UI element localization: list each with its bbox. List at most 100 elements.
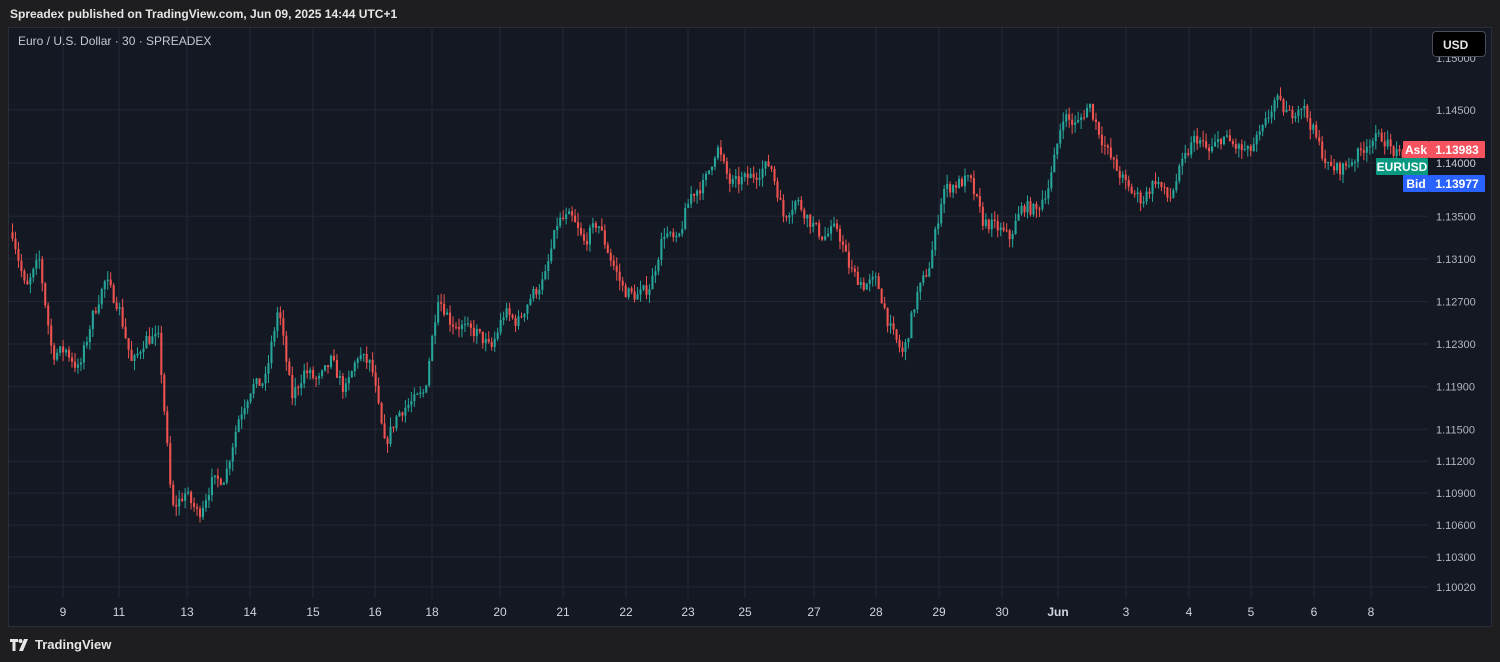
candlestick-chart[interactable]: 1.150001.145001.140001.135001.131001.127… [0,0,1500,662]
candle [1130,183,1133,194]
candle [82,341,85,370]
candle [943,185,946,214]
candle-body [648,289,651,295]
candle [1362,141,1365,161]
candle [630,286,633,295]
candle [222,481,225,485]
candle [963,168,967,193]
candle-body [219,478,222,485]
candle [312,366,315,380]
candle-body [65,349,68,353]
candle-body [1020,205,1023,214]
candle-body [1094,119,1098,122]
candle-body [1139,192,1142,204]
candle [1321,135,1324,161]
x-tick-label: 25 [738,605,752,619]
candle [809,213,812,234]
candle-body [568,211,571,215]
candle-body [761,168,764,178]
candle-body [538,289,541,295]
candle [919,282,922,301]
candle [904,338,907,361]
candle-body [359,355,362,359]
candle [975,193,978,198]
candle-body [329,355,333,368]
y-tick-label: 1.10020 [1436,582,1476,594]
candle [502,311,505,326]
candle [1267,109,1270,124]
x-tick-label: 28 [869,605,883,619]
candle-body [535,288,538,295]
candle [112,282,115,304]
candle-body [398,412,401,417]
candle [981,202,984,231]
candle [300,374,303,396]
symbol-tag: EURUSD [1377,160,1428,174]
candle-body [1071,119,1074,125]
candle-body [1318,137,1321,142]
candle [1395,141,1398,158]
candle [675,231,678,243]
candle-body [758,177,761,180]
candle [767,154,770,168]
candle [53,342,56,365]
candle-body [585,240,589,245]
candle [463,316,466,333]
candle-body [1014,220,1017,235]
candle-body [862,282,865,290]
candle [1255,131,1258,152]
candle-body [663,236,666,240]
candle-body [1106,145,1109,148]
candle-body [776,181,779,198]
candle-body [1246,145,1249,149]
candle-body [407,404,410,408]
candle-body [157,332,160,334]
candle [231,442,234,472]
candle [1216,131,1220,149]
candle-body [383,423,386,439]
candle [73,352,77,373]
currency-button[interactable]: USD [1432,31,1486,57]
candle-body [553,230,556,249]
candle [1282,98,1285,116]
candle-body [133,355,136,361]
candle [1359,142,1362,157]
candle [237,415,240,433]
candle [148,327,151,345]
candle-body [204,500,208,508]
x-tick-label: 4 [1186,605,1193,619]
candle [303,363,306,389]
candle [56,348,59,362]
candle-body [746,173,749,179]
candle [898,334,901,353]
candle-body [1109,147,1112,158]
candle-body [425,385,428,393]
time-axis: 9 11 13 14 15 16 18 20 21 22 23 25 27 28 29 30 Jun 3 4 5 6 8 [60,605,1375,619]
candle-body [886,307,889,326]
candle [404,400,407,423]
candle-body [821,236,824,240]
candle-body [332,355,336,361]
candle [85,336,88,349]
candle-body [234,431,237,448]
candle-body [23,271,26,281]
candle [246,399,249,415]
candle [493,331,496,352]
candle [574,209,577,223]
tradingview-logo[interactable]: TradingView [10,637,111,652]
candle-body [576,222,580,228]
candle [702,173,705,200]
candle-body [73,361,77,368]
candle-body [621,280,624,286]
candle [321,369,324,379]
candle [1038,206,1041,217]
candle-body [255,378,258,385]
candle [190,490,193,510]
candle [654,265,657,283]
candle-body [443,303,446,315]
candle-body [645,285,648,295]
candle-body [755,177,758,180]
candle [841,235,845,253]
candle-body [630,288,633,292]
candle [47,302,50,335]
